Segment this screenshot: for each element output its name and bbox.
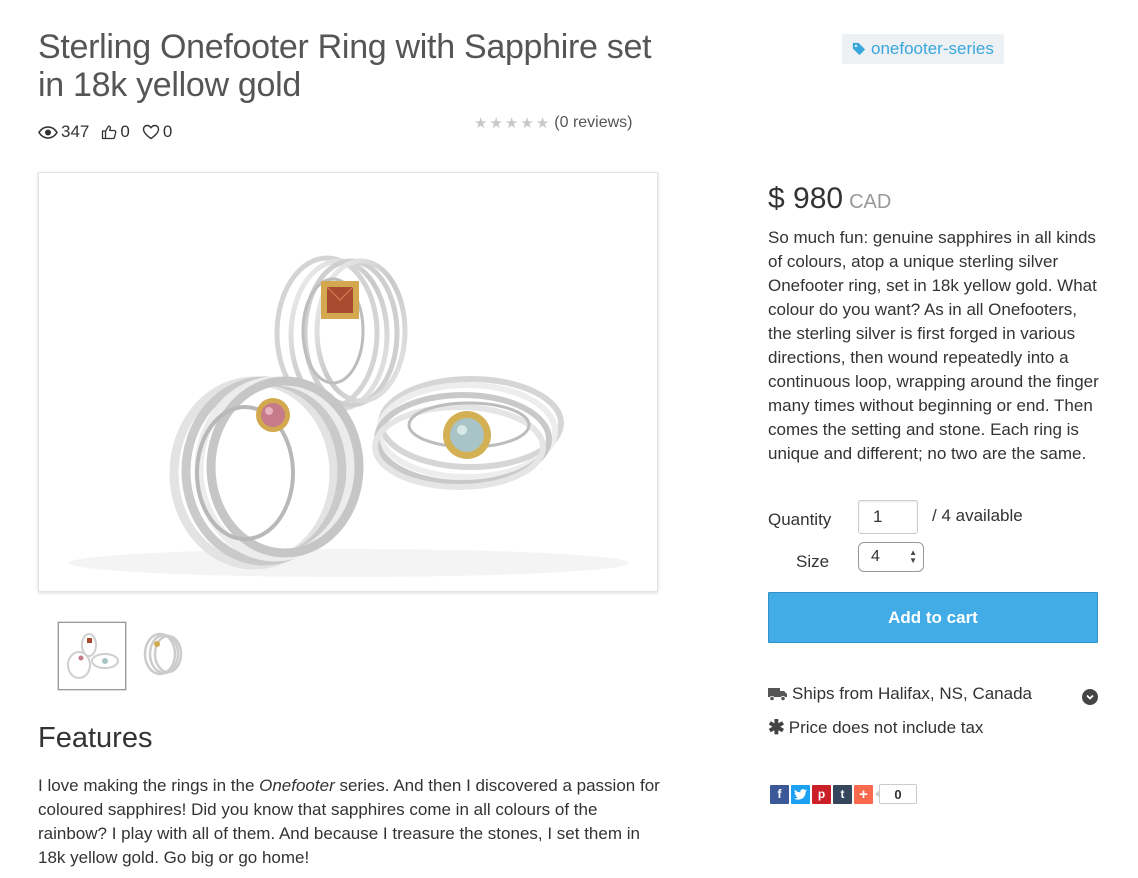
rating[interactable]: ★ ★ ★ ★ ★ (0 reviews) bbox=[474, 114, 633, 132]
share-count: 0 bbox=[875, 784, 917, 804]
ships-from: Ships from Halifax, NS, Canada bbox=[768, 684, 1032, 704]
price: $ 980 CAD bbox=[768, 182, 891, 216]
thumbnail-2[interactable] bbox=[130, 622, 198, 690]
addthis-share-button[interactable]: + bbox=[854, 784, 873, 804]
star-icon: ★ bbox=[520, 114, 534, 132]
thumbnail-image bbox=[143, 632, 183, 676]
series-name: Onefooter bbox=[259, 776, 335, 795]
tag-link[interactable]: onefooter-series bbox=[842, 34, 1004, 64]
thumbnail-image bbox=[67, 633, 119, 679]
quantity-available: / 4 available bbox=[932, 506, 1023, 525]
share-buttons: f p t + 0 bbox=[770, 784, 917, 804]
twitter-icon bbox=[794, 788, 807, 800]
asterisk-icon: ✱ bbox=[768, 717, 785, 739]
product-description: So much fun: genuine sapphires in all ki… bbox=[768, 228, 1099, 463]
quantity-label: Quantity bbox=[768, 510, 832, 529]
price-currency: CAD bbox=[849, 191, 892, 213]
features-text: I love making the rings in the Onefooter… bbox=[38, 776, 660, 867]
select-arrows-icon: ▲ ▼ bbox=[909, 548, 917, 565]
facebook-share-button[interactable]: f bbox=[770, 784, 789, 804]
tumblr-share-button[interactable]: t bbox=[833, 784, 852, 804]
thumbs-up-icon bbox=[102, 125, 117, 140]
quantity-input[interactable] bbox=[858, 500, 918, 534]
thumbnail-1[interactable] bbox=[58, 622, 126, 690]
rings-photo bbox=[69, 255, 629, 577]
likes-stat[interactable]: 0 bbox=[101, 122, 130, 142]
pinterest-icon: p bbox=[817, 787, 826, 801]
star-icon: ★ bbox=[535, 114, 550, 132]
truck-icon bbox=[768, 688, 787, 701]
plus-icon: + bbox=[859, 785, 868, 803]
star-icon: ★ bbox=[474, 114, 488, 132]
facebook-icon: f bbox=[777, 787, 782, 801]
tax-note-text: Price does not include tax bbox=[788, 718, 984, 737]
product-main-image[interactable] bbox=[38, 172, 658, 592]
reviews-count: (0 reviews) bbox=[554, 114, 633, 131]
size-value: 4 bbox=[871, 548, 880, 565]
product-title: Sterling Onefooter Ring with Sapphire se… bbox=[38, 28, 652, 104]
heart-icon bbox=[142, 124, 160, 140]
star-icon: ★ bbox=[489, 114, 503, 132]
twitter-share-button[interactable] bbox=[791, 784, 810, 804]
favorites-stat[interactable]: 0 bbox=[142, 122, 172, 142]
pinterest-share-button[interactable]: p bbox=[812, 784, 831, 804]
views-stat: 347 bbox=[38, 122, 89, 142]
add-to-cart-button[interactable]: Add to cart bbox=[768, 592, 1098, 643]
chevron-down-icon bbox=[1086, 694, 1094, 700]
eye-icon bbox=[38, 125, 58, 139]
favorites-count: 0 bbox=[162, 122, 173, 141]
expand-shipping-button[interactable] bbox=[1082, 689, 1098, 705]
size-select[interactable]: 4 ▲ ▼ bbox=[858, 542, 924, 572]
tag-label: onefooter-series bbox=[871, 39, 994, 58]
price-amount: $ 980 bbox=[768, 182, 844, 215]
ships-from-text: Ships from Halifax, NS, Canada bbox=[792, 684, 1032, 703]
likes-count: 0 bbox=[120, 122, 130, 141]
star-icon: ★ bbox=[504, 114, 519, 132]
tumblr-icon: t bbox=[840, 787, 845, 801]
views-count: 347 bbox=[61, 122, 90, 141]
tax-note: ✱ Price does not include tax bbox=[768, 718, 983, 738]
tag-icon bbox=[852, 42, 866, 56]
features-heading: Features bbox=[38, 722, 153, 754]
product-stats: 347 0 0 bbox=[38, 122, 172, 142]
size-label: Size bbox=[796, 552, 830, 571]
